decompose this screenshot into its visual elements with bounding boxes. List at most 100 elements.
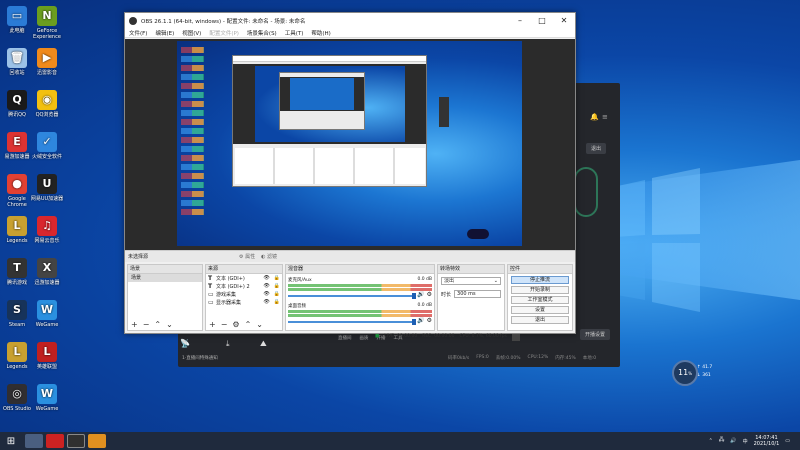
remove-icon[interactable]: −: [143, 320, 150, 329]
source-item[interactable]: ▭ 游戏采集 👁 🔒: [206, 290, 282, 298]
transition-select[interactable]: 淡出 ⌄: [441, 277, 501, 285]
obs-title: OBS 26.1.1 (64-bit, windows) - 配置文件: 未命名…: [141, 18, 306, 25]
scene-icon[interactable]: ⛰: [260, 339, 267, 349]
gear-icon[interactable]: ⚙: [427, 291, 432, 298]
menu-item[interactable]: 帮助(H): [311, 29, 330, 37]
lock-icon[interactable]: 🔒: [274, 299, 280, 305]
tool-button[interactable]: 直播间: [338, 335, 352, 341]
properties-label: 属性: [245, 254, 256, 260]
desktop-icon[interactable]: L 英雄联盟: [28, 342, 66, 370]
eye-icon[interactable]: 👁: [263, 291, 269, 297]
menu-item[interactable]: 视图(V): [182, 29, 201, 37]
speaker-icon[interactable]: 🔊: [417, 317, 424, 324]
live-icon[interactable]: 📡: [180, 339, 190, 348]
clock[interactable]: 14:07:41 2021/10/1: [754, 435, 780, 447]
volume-slider[interactable]: [288, 318, 417, 325]
obs-titlebar[interactable]: OBS 26.1.1 (64-bit, windows) - 配置文件: 未命名…: [125, 13, 575, 28]
sources-dock: 来源 T 文本 (GDI+) 👁 🔒 T 文本 (GDI+) 2 👁 🔒 ▭ 游戏采集 👁 🔒 ▭ 显示器…: [205, 264, 283, 331]
net-speed-widget[interactable]: 11%: [672, 360, 698, 386]
menu-icon[interactable]: ≡: [602, 113, 608, 121]
chevron-down-icon: ⌄: [493, 278, 498, 284]
properties-button[interactable]: ⚙ 属性: [239, 253, 255, 260]
volume-slider[interactable]: [288, 292, 417, 299]
desktop-icon-label: 火绒安全软件: [31, 154, 62, 160]
menu-item[interactable]: 文件(F): [129, 29, 147, 37]
input-method[interactable]: 中: [743, 438, 748, 445]
source-item[interactable]: T 文本 (GDI+) 👁 🔒: [206, 274, 282, 282]
volume-meter: [288, 284, 432, 287]
file-explorer-icon[interactable]: [25, 434, 43, 448]
volume-icon[interactable]: 🔊: [730, 438, 736, 444]
tool-button[interactable]: 画质: [360, 335, 369, 341]
desktop-icon-label: 网易UU加速器: [30, 196, 64, 202]
speaker-icon[interactable]: 🔊: [417, 291, 424, 298]
desktop-icon[interactable]: W WeGame: [28, 300, 66, 328]
chevron-up-icon[interactable]: ⌃: [709, 438, 713, 444]
down-icon[interactable]: ⌄: [166, 320, 173, 329]
preview-side-panel: [439, 97, 449, 127]
source-item[interactable]: ▭ 显示器采集 👁 🔒: [206, 298, 282, 306]
app-taskbar-icon[interactable]: [46, 434, 64, 448]
down-icon[interactable]: ⌄: [256, 320, 263, 329]
remove-icon[interactable]: −: [221, 320, 228, 329]
gear-icon[interactable]: ⚙: [427, 317, 432, 324]
obs-preview[interactable]: [125, 39, 575, 250]
obs-taskbar-icon[interactable]: [67, 434, 85, 448]
lock-icon[interactable]: 🔒: [274, 275, 280, 281]
mixer-channel: 桌面音频 0.0 dB 🔊 ⚙: [288, 303, 432, 325]
eye-icon[interactable]: 👁: [263, 299, 269, 305]
add-icon[interactable]: +: [209, 320, 216, 329]
exit-button[interactable]: 退出: [511, 316, 569, 324]
lock-icon[interactable]: 🔒: [274, 291, 280, 297]
channel-name: 麦克风/Aux: [288, 278, 312, 283]
filters-label: 滤镜: [267, 254, 278, 260]
notification-icon[interactable]: ▭: [785, 438, 790, 444]
close-icon[interactable]: ✕: [553, 13, 575, 28]
download-icon[interactable]: ⤓: [226, 339, 230, 349]
desktop-icon[interactable]: ▶ 迅雷影音: [28, 48, 66, 76]
menu-item[interactable]: 编辑(E): [155, 29, 174, 37]
volume-meter: [288, 314, 432, 317]
gear-icon[interactable]: ⚙: [232, 320, 239, 329]
filters-button[interactable]: ◐ 滤镜: [261, 253, 277, 260]
menu-item[interactable]: 配置文件(P): [209, 29, 239, 37]
minimize-icon[interactable]: –: [509, 13, 531, 28]
duration-input[interactable]: 300 ms: [454, 290, 501, 298]
desktop-icon[interactable]: ✓ 火绒安全软件: [28, 132, 66, 160]
add-icon[interactable]: +: [131, 320, 138, 329]
source-toolbar: 未选择源 ⚙ 属性 ◐ 滤镜: [125, 250, 575, 262]
upload-speed: 41.7: [702, 365, 713, 370]
desktop-icon[interactable]: ◉ QQ浏览器: [28, 90, 66, 118]
lock-icon[interactable]: 🔒: [274, 283, 280, 289]
nested-titlebar: [233, 56, 426, 62]
up-icon[interactable]: ⌃: [154, 320, 161, 329]
up-icon[interactable]: ⌃: [245, 320, 252, 329]
exit-button[interactable]: 退出: [586, 143, 607, 154]
start-record-button[interactable]: 开始录制: [511, 286, 569, 294]
source-item[interactable]: T 文本 (GDI+) 2 👁 🔒: [206, 282, 282, 290]
stream-app-taskbar-icon[interactable]: [88, 434, 106, 448]
start-icon[interactable]: ⊞: [0, 436, 22, 447]
settings-button[interactable]: 设置: [511, 306, 569, 314]
scenes-dock: 场景 场景 + − ⌃ ⌄: [127, 264, 203, 331]
studio-mode-button[interactable]: 工作室模式: [511, 296, 569, 304]
nested-preview: [233, 64, 426, 144]
desktop-icon[interactable]: X 迅游加速器: [28, 258, 66, 286]
menu-item[interactable]: 工具(T): [285, 29, 304, 37]
network-icon[interactable]: 🖧: [719, 437, 725, 445]
maximize-icon[interactable]: □: [531, 13, 553, 28]
desktop-icon[interactable]: W WeGame: [28, 384, 66, 412]
menu-item[interactable]: 场景集合(S): [247, 29, 277, 37]
stop-stream-button[interactable]: 停止推流: [511, 276, 569, 284]
obs-statusbar: ■ LIVE: 00:00:00 REC: 00:00:00 CPU: 0.7%…: [375, 334, 575, 341]
eye-icon[interactable]: 👁: [263, 283, 269, 289]
bell-icon[interactable]: 🔔: [590, 113, 599, 121]
scenes-title: 场景: [128, 265, 202, 274]
desktop-icon[interactable]: N GeForce Experience: [28, 6, 66, 40]
eye-icon[interactable]: 👁: [263, 275, 269, 281]
desktop-icon[interactable]: ♫ 网易云音乐: [28, 216, 66, 244]
desktop-icon[interactable]: U 网易UU加速器: [28, 174, 66, 202]
start-live-button[interactable]: 开播设置: [580, 329, 611, 340]
scene-item[interactable]: 场景: [128, 274, 202, 282]
transition-type: 淡出: [444, 278, 455, 284]
